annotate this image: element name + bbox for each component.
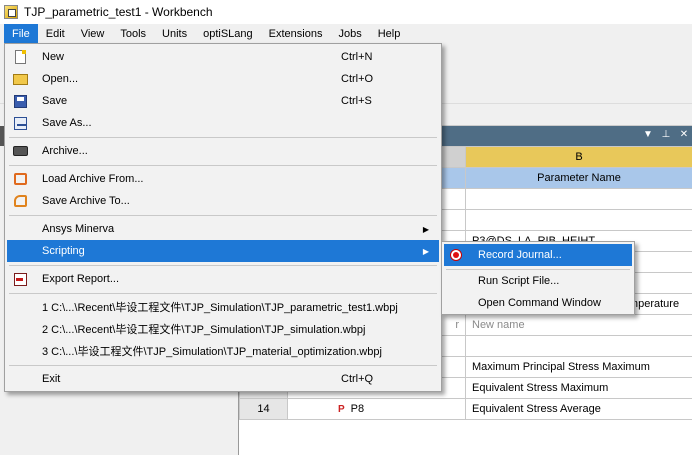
recent-file-2[interactable]: 2 C:\...\Recent\毕设工程文件\TJP_Simulation\TJ…	[7, 318, 439, 340]
save-disk-icon	[13, 94, 27, 108]
menu-item-label: Ansys Minerva	[42, 223, 115, 235]
parameter-name-header: Parameter Name	[465, 167, 692, 189]
title-bar: TJP_parametric_test1 - Workbench	[0, 0, 692, 24]
menu-item-label: Save	[42, 95, 68, 107]
menu-separator	[9, 165, 437, 166]
new-file-icon	[14, 50, 26, 64]
save-as-icon	[13, 116, 27, 130]
menu-separator	[9, 265, 437, 266]
menu-item-new[interactable]: New Ctrl+N	[7, 46, 439, 68]
parameter-id: P8	[350, 403, 365, 415]
save-archive-icon	[13, 195, 27, 207]
menu-separator	[9, 137, 437, 138]
close-icon[interactable]: ✕	[679, 129, 689, 140]
submenu-arrow-icon: ▶	[422, 224, 430, 234]
menu-optislang[interactable]: optiSLang	[195, 24, 261, 44]
menu-item-open-command-window[interactable]: Open Command Window	[444, 292, 632, 314]
menu-item-label: Save Archive To...	[42, 195, 130, 207]
menu-file[interactable]: File	[4, 24, 38, 44]
output-parameter-icon: P	[338, 404, 345, 415]
parameter-name-cell[interactable]: Equivalent Stress Maximum	[465, 377, 692, 399]
recent-file-1[interactable]: 1 C:\...\Recent\毕设工程文件\TJP_Simulation\TJ…	[7, 296, 439, 318]
menu-item-label: Archive...	[42, 145, 88, 157]
archive-icon	[12, 146, 28, 156]
shortcut-label: Ctrl+N	[341, 51, 373, 63]
table-cell	[465, 335, 692, 357]
open-folder-icon	[12, 73, 28, 85]
menu-item-scripting[interactable]: Scripting ▶	[7, 240, 439, 262]
parameter-name-cell[interactable]: Maximum Principal Stress Maximum	[465, 356, 692, 378]
menu-separator	[9, 293, 437, 294]
menu-item-archive[interactable]: Archive...	[7, 140, 439, 162]
load-archive-icon	[13, 173, 27, 185]
table-row[interactable]: 14 P P8 Equivalent Stress Average	[239, 398, 692, 420]
table-cell	[465, 209, 692, 231]
pin-icon[interactable]: ⊥	[661, 129, 671, 140]
window-title: TJP_parametric_test1 - Workbench	[24, 5, 213, 19]
menu-item-label: Open...	[42, 73, 79, 85]
shortcut-label: Ctrl+S	[341, 95, 372, 107]
menu-item-label: Scripting	[42, 245, 85, 257]
menu-edit[interactable]: Edit	[38, 24, 73, 44]
parameter-name-cell[interactable]: Equivalent Stress Average	[465, 398, 692, 420]
menu-extensions[interactable]: Extensions	[261, 24, 331, 44]
recent-file-3[interactable]: 3 C:\...\毕设工程文件\TJP_Simulation\TJP_mater…	[7, 340, 439, 362]
shortcut-label: Ctrl+Q	[341, 373, 374, 385]
menu-help[interactable]: Help	[370, 24, 409, 44]
workbench-app-icon	[4, 5, 18, 19]
menu-separator	[9, 365, 437, 366]
menu-item-exit[interactable]: Exit Ctrl+Q	[7, 368, 439, 390]
menu-item-export-report[interactable]: Export Report...	[7, 268, 439, 290]
record-icon	[450, 249, 462, 261]
column-b-header: B	[465, 146, 692, 168]
panel-menu-icon[interactable]: ▼	[643, 129, 653, 140]
menu-item-label: Load Archive From...	[42, 173, 144, 185]
menu-item-label: 1 C:\...\Recent\毕设工程文件\TJP_Simulation\TJ…	[42, 302, 398, 314]
menu-separator	[9, 215, 437, 216]
menu-item-label: New	[42, 51, 65, 63]
menu-item-save[interactable]: Save Ctrl+S	[7, 90, 439, 112]
menu-tools[interactable]: Tools	[112, 24, 154, 44]
menu-item-load-archive[interactable]: Load Archive From...	[7, 168, 439, 190]
file-menu-dropdown: New Ctrl+N Open... Ctrl+O Save Ctrl+S Sa…	[4, 43, 442, 392]
menu-item-save-as[interactable]: Save As...	[7, 112, 439, 134]
menu-item-run-script[interactable]: Run Script File...	[444, 270, 632, 292]
menu-item-label: 2 C:\...\Recent\毕设工程文件\TJP_Simulation\TJ…	[42, 324, 366, 336]
new-name-input[interactable]: New name	[465, 314, 692, 336]
menu-item-label: 3 C:\...\毕设工程文件\TJP_Simulation\TJP_mater…	[42, 346, 382, 358]
row-number: 14	[239, 398, 288, 420]
menu-item-label: Export Report...	[42, 273, 120, 285]
menu-item-open[interactable]: Open... Ctrl+O	[7, 68, 439, 90]
scripting-submenu: Record Journal... Run Script File... Ope…	[441, 241, 635, 315]
menu-item-save-archive[interactable]: Save Archive To...	[7, 190, 439, 212]
menu-jobs[interactable]: Jobs	[330, 24, 369, 44]
menu-units[interactable]: Units	[154, 24, 195, 44]
menu-view[interactable]: View	[73, 24, 113, 44]
menu-bar: File Edit View Tools Units optiSLang Ext…	[0, 24, 692, 44]
menu-item-label: Open Command Window	[478, 297, 601, 309]
table-cell	[465, 188, 692, 210]
toolbar-strip	[440, 104, 692, 126]
menu-item-label: Exit	[42, 373, 61, 385]
submenu-arrow-icon: ▶	[422, 246, 430, 256]
menu-item-label: Record Journal...	[478, 249, 562, 261]
menu-item-ansys-minerva[interactable]: Ansys Minerva ▶	[7, 218, 439, 240]
menu-item-record-journal[interactable]: Record Journal...	[444, 244, 632, 266]
shortcut-label: Ctrl+O	[341, 73, 374, 85]
export-report-icon	[13, 272, 27, 286]
menu-item-label: Run Script File...	[478, 275, 560, 287]
menu-item-label: Save As...	[42, 117, 92, 129]
